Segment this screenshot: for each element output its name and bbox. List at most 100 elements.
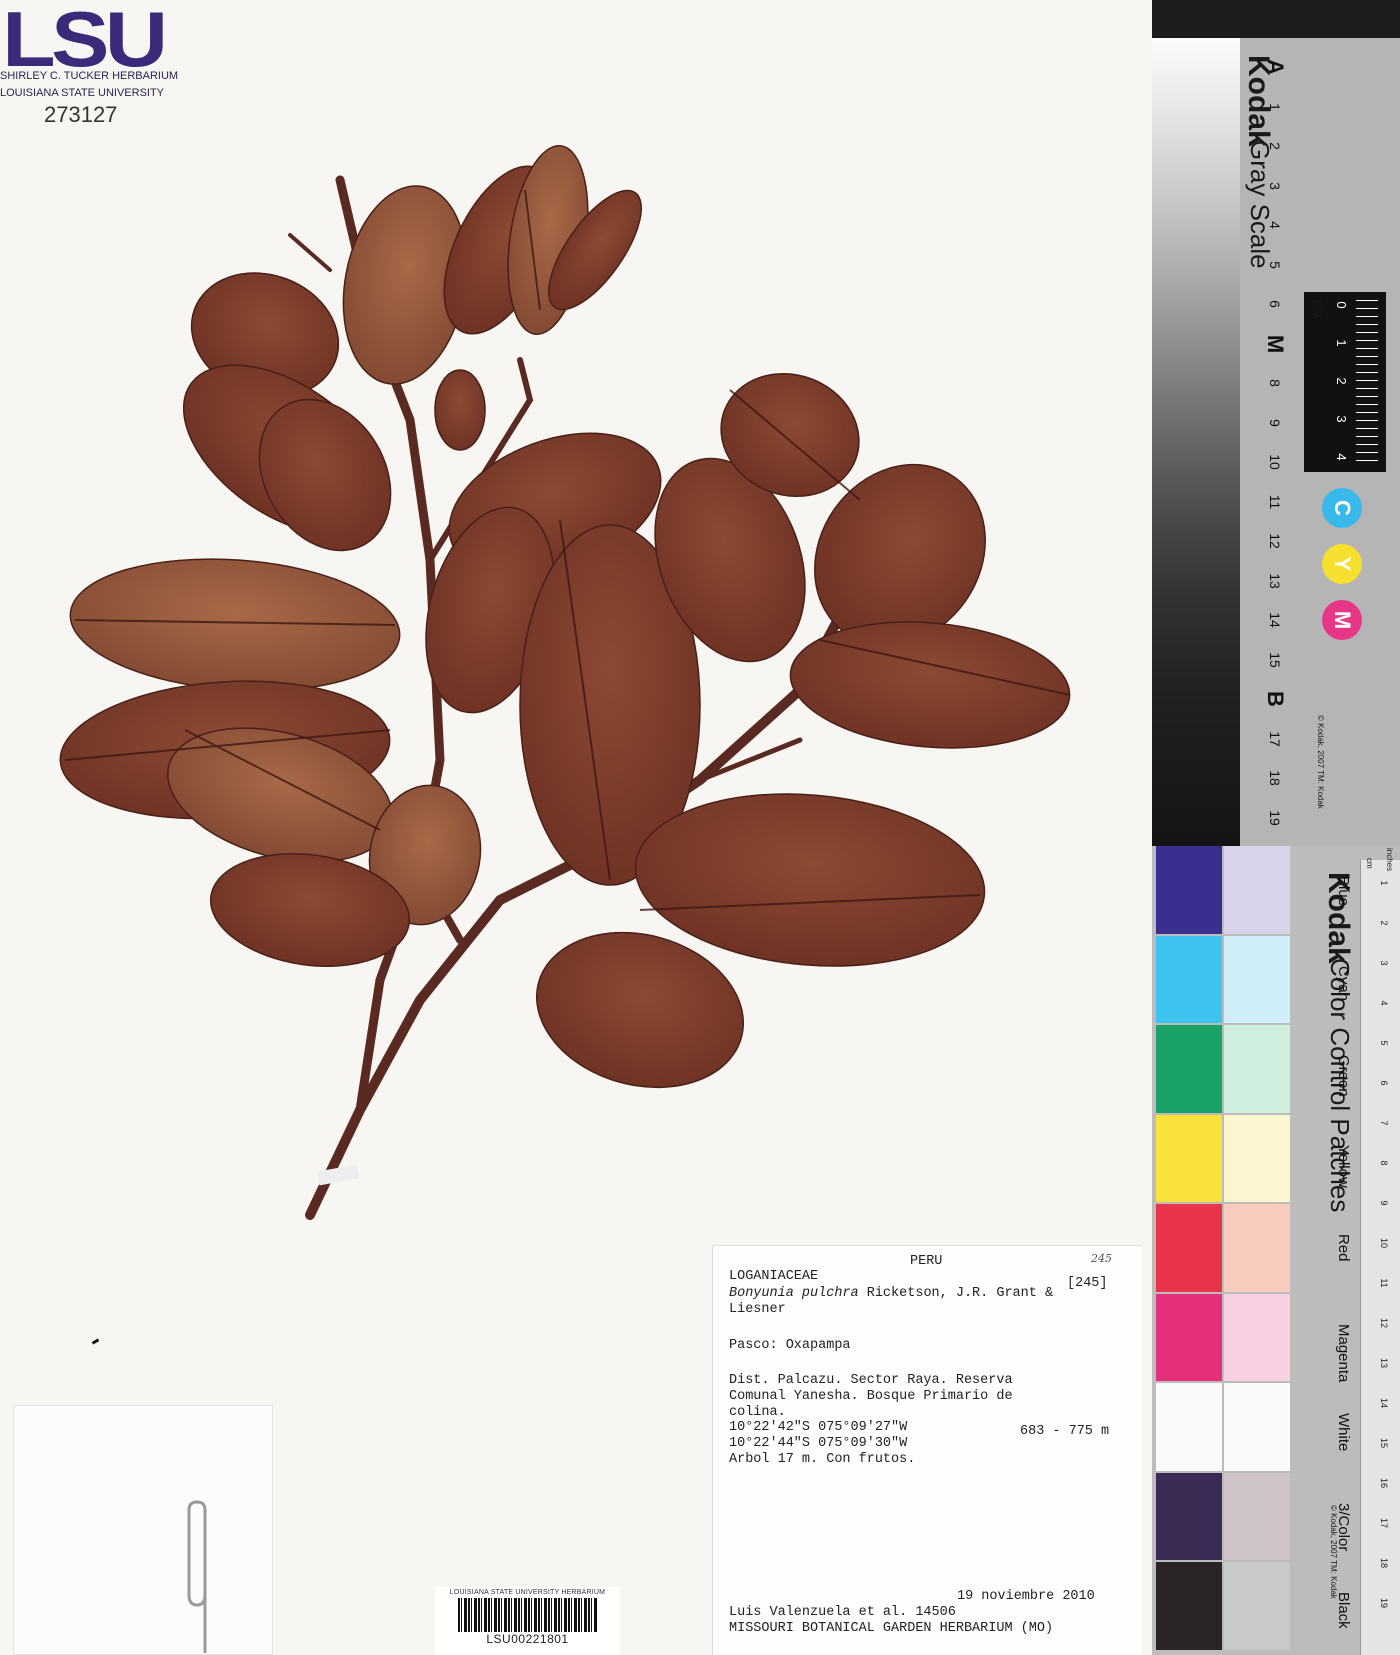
label-taxon-author2: Liesner [729, 1302, 786, 1317]
color-patch-label: Cyan [1335, 965, 1352, 1001]
color-patch-label: Red [1335, 1234, 1352, 1262]
color-patch-light [1224, 1562, 1290, 1650]
lsu-logo: LSU [2, 0, 168, 83]
cm-ruler-unit: cm [1312, 300, 1327, 318]
paper-clip-icon [187, 1500, 207, 1653]
color-patch-dark [1156, 1025, 1222, 1113]
gray-step-label: 11 [1267, 494, 1283, 509]
cm-ruler-scale [1356, 300, 1378, 465]
gray-step-label: M [1263, 334, 1288, 353]
color-ruler-number: 8 [1379, 1160, 1389, 1166]
color-ruler-number: 13 [1379, 1357, 1389, 1368]
herbarium-sheet: LSU SHIRLEY C. TUCKER HERBARIUM LOUISIAN… [0, 0, 1152, 1655]
label-date: 19 noviembre 2010 [957, 1589, 1095, 1604]
gray-step-label: 9 [1267, 418, 1283, 427]
label-desc-1: Dist. Palcazu. Sector Raya. Reserva [729, 1373, 1013, 1388]
cm-tick-label: 2 [1334, 377, 1349, 385]
label-taxon-author: Ricketson, J.R. Grant & [866, 1286, 1054, 1301]
color-patch-light [1224, 1293, 1290, 1381]
label-family: LOGANIACEAE [729, 1269, 819, 1284]
cmy-target-m: M [1322, 600, 1362, 640]
cmy-target-y: Y [1322, 544, 1362, 584]
color-ruler-number: 18 [1379, 1557, 1389, 1568]
color-ruler-number: 4 [1379, 1000, 1389, 1006]
label-institution: MISSOURI BOTANICAL GARDEN HERBARIUM (MO) [729, 1621, 1054, 1636]
color-ruler-number: 14 [1379, 1397, 1389, 1408]
color-patch-dark [1156, 1204, 1222, 1292]
label-coord-1: 10°22'42"S 075°09'27"W [729, 1420, 908, 1435]
gray-step-label: 13 [1267, 572, 1283, 589]
label-desc-2: Comunal Yanesha. Bosque Primario de [729, 1389, 1013, 1404]
barcode-id: LSU00221801 [486, 1632, 569, 1646]
label-taxon-name: Bonyunia pulchra [729, 1286, 859, 1301]
color-ruler-number: 10 [1379, 1237, 1389, 1248]
cm-tick-label: 1 [1334, 339, 1349, 347]
color-patch-label: Green [1335, 1055, 1352, 1097]
color-ruler-number: 11 [1379, 1278, 1389, 1288]
label-desc-3: colina. [729, 1405, 786, 1420]
accession-number: 273127 [44, 102, 118, 127]
color-ruler-number: 7 [1379, 1120, 1389, 1126]
color-patch-light [1224, 1114, 1290, 1202]
barcode-bars [457, 1598, 598, 1632]
color-patch-dark [1156, 1472, 1222, 1560]
color-ruler-number: 17 [1379, 1517, 1389, 1528]
gray-step-label: B [1263, 691, 1288, 707]
label-number: [245] [1067, 1276, 1108, 1291]
label-locality: Pasco: Oxapampa [729, 1338, 851, 1353]
gray-step-label: 19 [1267, 809, 1283, 826]
color-patch-label: Blue [1335, 876, 1352, 907]
cm-tick-label: 4 [1334, 453, 1349, 461]
university-name: LOUISIANA STATE UNIVERSITY [0, 87, 165, 99]
fragment-packet [13, 1405, 273, 1655]
gray-step-label: 14 [1267, 612, 1283, 628]
color-patch-dark [1156, 846, 1222, 934]
color-patch-dark [1156, 1383, 1222, 1471]
barcode-label: LOUISIANA STATE UNIVERSITY HERBARIUM LSU… [435, 1587, 620, 1655]
color-ruler-number: 2 [1379, 920, 1389, 926]
color-patch-dark [1156, 1293, 1222, 1381]
color-scale-copyright: © Kodak, 2007 TM: Kodak [1329, 1505, 1338, 1599]
gray-step-label: 15 [1267, 651, 1283, 668]
color-patch-light [1224, 1383, 1290, 1471]
cmy-target-c: C [1322, 488, 1362, 528]
color-ruler-number: 5 [1379, 1040, 1389, 1046]
barcode-org: LOUISIANA STATE UNIVERSITY HERBARIUM [449, 1589, 606, 1596]
gray-step-label: 12 [1267, 533, 1283, 549]
specimen-label: PERU 245 LOGANIACEAE [245] Bonyunia pulc… [712, 1245, 1142, 1655]
kodak-gray-scale: A 1 2 3 4 5 6 M 8 9 10 11 12 13 14 15 B 17 18 19 Kodak Gray… [1152, 0, 1400, 846]
gray-step-label: 17 [1267, 730, 1283, 747]
gray-step-label: 8 [1267, 379, 1283, 387]
kodak-color-scale: Kodak Color Control Patches Blue Cyan Gree… [1152, 846, 1400, 1655]
color-ruler-number: 12 [1379, 1317, 1389, 1328]
color-patch-light [1224, 1025, 1290, 1113]
color-patch-label: Magenta [1335, 1323, 1352, 1382]
gray-scale-title: Gray Scale [1245, 140, 1275, 269]
label-country: PERU [910, 1254, 943, 1269]
gray-scale-brand: Kodak [1242, 55, 1275, 147]
label-habit: Arbol 17 m. Con frutos. [729, 1452, 916, 1467]
color-ruler-number: 16 [1379, 1477, 1389, 1488]
color-ruler-unit-inches: inches [1385, 848, 1394, 872]
color-patch-light [1224, 846, 1290, 934]
cm-tick-label: 3 [1334, 415, 1349, 423]
gray-step-label: 10 [1267, 454, 1283, 470]
color-patch-dark [1156, 935, 1222, 1023]
label-elevation: 683 - 775 m [1020, 1424, 1110, 1439]
herbarium-header: LSU SHIRLEY C. TUCKER HERBARIUM LOUISIAN… [0, 0, 180, 128]
color-patch-light [1224, 1204, 1290, 1292]
gray-scale-copyright: © Kodak, 2007 TM: Kodak [1316, 715, 1325, 809]
color-ruler-number: 1 [1379, 880, 1389, 886]
color-ruler-number: 15 [1379, 1437, 1389, 1448]
color-patch-dark [1156, 1114, 1222, 1202]
color-patch-label: Yellow [1335, 1144, 1352, 1188]
label-coord-2: 10°22'44"S 075°09'30"W [729, 1436, 908, 1451]
color-ruler-number: 19 [1379, 1597, 1389, 1608]
color-patch-light [1224, 935, 1290, 1023]
color-patch-label: White [1335, 1413, 1352, 1452]
color-ruler [1360, 860, 1400, 1655]
color-ruler-unit-cm: cm [1365, 858, 1374, 869]
gray-step-label: 6 [1267, 300, 1283, 308]
cm-tick-label: 0 [1334, 301, 1349, 309]
color-ruler-number: 9 [1379, 1200, 1389, 1206]
